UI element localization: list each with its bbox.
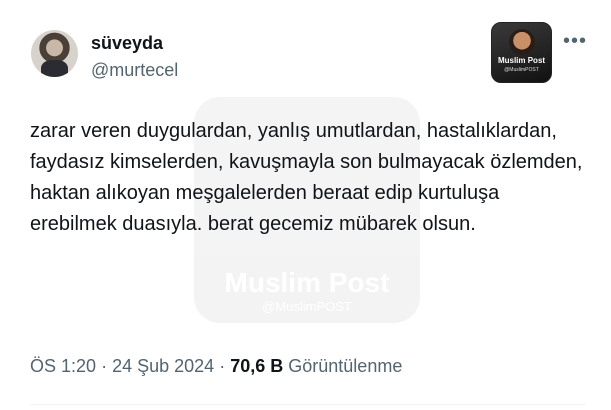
user-handle[interactable]: @murtecel <box>91 60 178 81</box>
display-name[interactable]: süveyda <box>91 33 163 54</box>
views-count[interactable]: 70,6 B <box>230 356 283 376</box>
watermark-title: Muslim Post <box>224 267 390 298</box>
badge-avatar-image <box>509 29 535 55</box>
tweet-date[interactable]: 24 Şub 2024 <box>112 356 214 376</box>
divider <box>30 404 585 405</box>
meta-separator: · <box>219 356 226 376</box>
meta-separator: · <box>101 356 108 376</box>
watermark-subtitle: @MuslimPOST <box>262 299 352 314</box>
more-horizontal-icon[interactable]: ••• <box>561 30 589 58</box>
avatar[interactable] <box>31 30 78 77</box>
badge-subtitle: @MuslimPOST <box>504 67 539 73</box>
badge-title: Muslim Post <box>497 56 546 65</box>
views-label: Görüntülenme <box>288 356 403 376</box>
tweet-card: süveyda @murtecel Muslim Post @MuslimPOS… <box>0 0 611 410</box>
muslim-post-badge: Muslim Post @MuslimPOST <box>491 22 552 83</box>
tweet-meta: ÖS 1:20 · 24 Şub 2024 · 70,6 B Görüntüle… <box>30 356 402 377</box>
tweet-time[interactable]: ÖS 1:20 <box>30 356 96 376</box>
tweet-text: zarar veren duygulardan, yanlış umutlard… <box>30 120 583 235</box>
